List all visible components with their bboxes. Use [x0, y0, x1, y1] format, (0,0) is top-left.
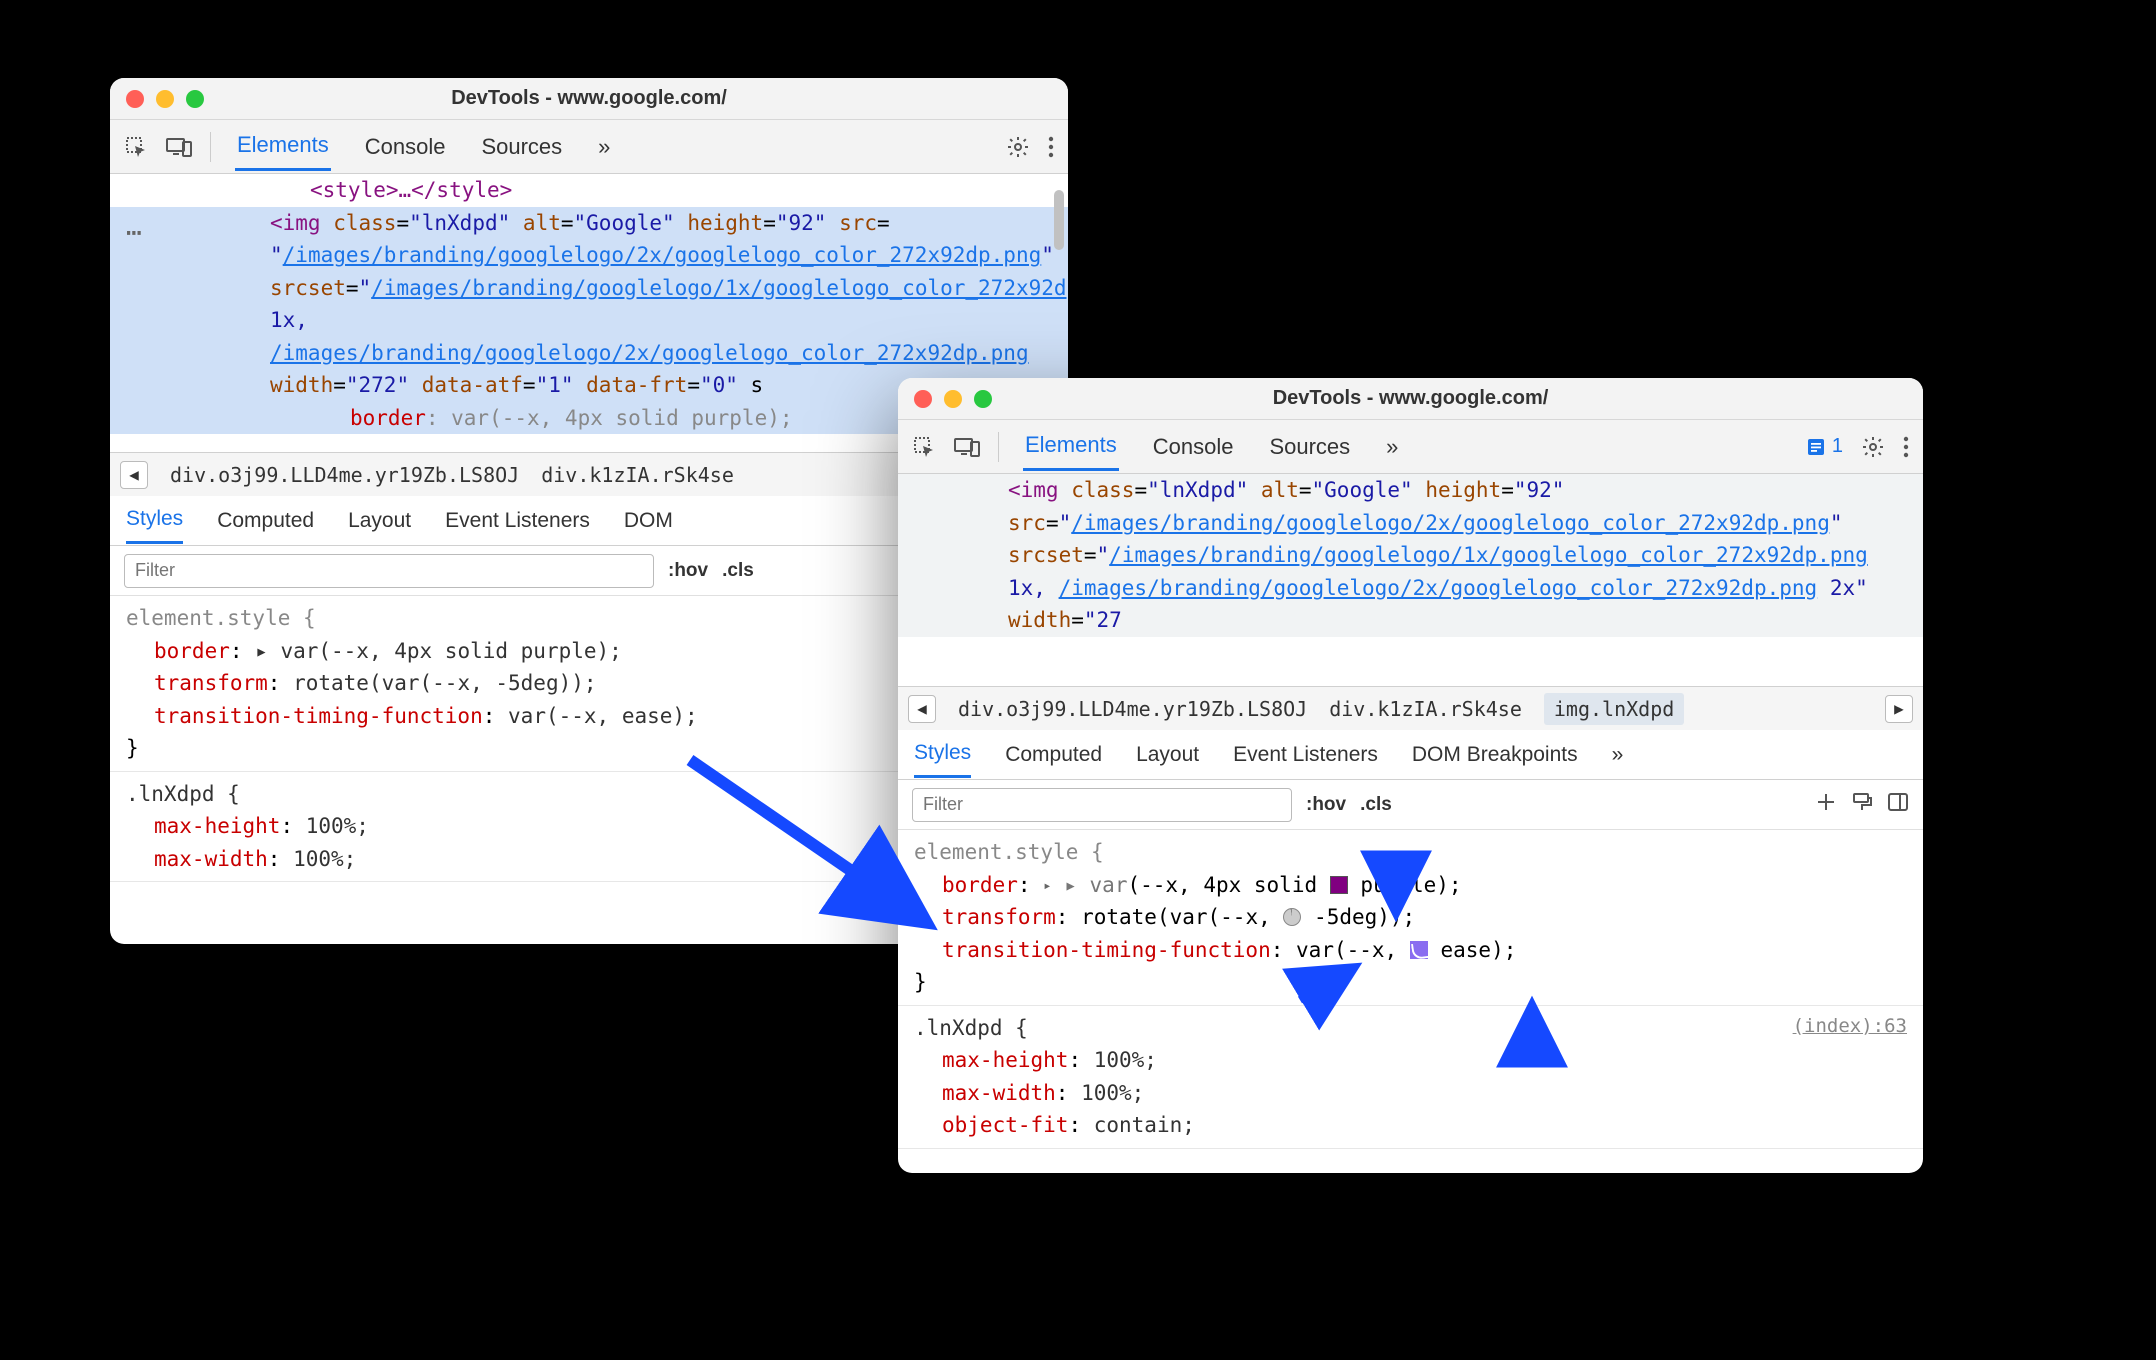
- crumb-prev-icon[interactable]: ◀: [908, 695, 936, 723]
- subtab-dombp[interactable]: DOM Breakpoints: [1412, 733, 1578, 777]
- paint-icon[interactable]: [1851, 791, 1873, 818]
- crumb-div1[interactable]: div.o3j99.LLD4me.yr19Zb.LS8OJ: [170, 463, 519, 487]
- subtab-styles[interactable]: Styles: [914, 731, 971, 778]
- new-style-rule-icon[interactable]: [1815, 791, 1837, 818]
- crumb-prev-icon[interactable]: ◀: [120, 461, 148, 489]
- styles-subtabs: Styles Computed Layout Event Listeners D…: [898, 730, 1923, 780]
- rule-lnxdpd[interactable]: (index):63 .lnXdpd { max-height: 100%; m…: [898, 1006, 1923, 1149]
- minimize-icon[interactable]: [944, 390, 962, 408]
- hov-button[interactable]: :hov: [668, 560, 708, 582]
- tab-elements[interactable]: Elements: [235, 122, 331, 171]
- issues-count: 1: [1832, 435, 1843, 458]
- zoom-icon[interactable]: [974, 390, 992, 408]
- subtab-listeners[interactable]: Event Listeners: [445, 499, 590, 543]
- subtab-layout[interactable]: Layout: [348, 499, 411, 543]
- decl-transform[interactable]: transform: rotate(var(--x, -5deg));: [914, 901, 1907, 934]
- panel-tabs: Elements Console Sources »: [235, 122, 988, 171]
- titlebar: DevTools - www.google.com/: [110, 78, 1068, 120]
- devtools-window-after: DevTools - www.google.com/ Elements Cons…: [898, 378, 1923, 1173]
- crumb-div1[interactable]: div.o3j99.LLD4me.yr19Zb.LS8OJ: [958, 697, 1307, 721]
- issues-badge[interactable]: 1: [1806, 435, 1843, 458]
- inspect-icon[interactable]: [912, 435, 936, 459]
- decl-ttf[interactable]: transition-timing-function: var(--x, eas…: [914, 934, 1907, 967]
- subtab-computed[interactable]: Computed: [217, 499, 314, 543]
- window-title: DevTools - www.google.com/: [898, 387, 1923, 410]
- subtab-layout[interactable]: Layout: [1136, 733, 1199, 777]
- crumb-div2[interactable]: div.k1zIA.rSk4se: [541, 463, 734, 487]
- tab-more[interactable]: »: [1384, 424, 1400, 470]
- rule-element-style[interactable]: element.style { border: ▸ ▸ var(--x, 4px…: [898, 830, 1923, 1006]
- filter-input[interactable]: [124, 554, 654, 588]
- main-toolbar: Elements Console Sources » 1: [898, 420, 1923, 474]
- dom-node-img[interactable]: <img class="lnXdpd" alt="Google" height=…: [898, 474, 1923, 637]
- subtab-listeners[interactable]: Event Listeners: [1233, 733, 1378, 777]
- easing-swatch-icon[interactable]: [1410, 941, 1428, 959]
- styles-panel[interactable]: element.style { border: ▸ ▸ var(--x, 4px…: [898, 830, 1923, 1173]
- tab-sources[interactable]: Sources: [1267, 424, 1352, 470]
- gear-icon[interactable]: [1861, 435, 1885, 459]
- kebab-icon[interactable]: [1048, 136, 1054, 158]
- main-toolbar: Elements Console Sources »: [110, 120, 1068, 174]
- crumb-next-icon[interactable]: ▶: [1885, 695, 1913, 723]
- close-icon[interactable]: [126, 90, 144, 108]
- cls-button[interactable]: .cls: [722, 560, 754, 582]
- dom-node-src[interactable]: "/images/branding/googlelogo/2x/googlelo…: [110, 239, 1068, 304]
- tab-console[interactable]: Console: [1151, 424, 1236, 470]
- inspect-icon[interactable]: [124, 135, 148, 159]
- hov-button[interactable]: :hov: [1306, 794, 1346, 816]
- device-toggle-icon[interactable]: [166, 136, 192, 158]
- subtab-styles[interactable]: Styles: [126, 497, 183, 544]
- dom-node-img-selected[interactable]: <img class="lnXdpd" alt="Google" height=…: [110, 207, 1068, 240]
- minimize-icon[interactable]: [156, 90, 174, 108]
- angle-swatch-icon[interactable]: [1283, 908, 1301, 926]
- subtab-dombp[interactable]: DOM: [624, 499, 673, 543]
- dom-node-srcset2[interactable]: 1x, /images/branding/googlelogo/2x/googl…: [110, 304, 1068, 369]
- dom-tree[interactable]: <img class="lnXdpd" alt="Google" height=…: [898, 474, 1923, 686]
- filter-input[interactable]: [912, 788, 1292, 822]
- zoom-icon[interactable]: [186, 90, 204, 108]
- gear-icon[interactable]: [1006, 135, 1030, 159]
- titlebar: DevTools - www.google.com/: [898, 378, 1923, 420]
- dom-node-style[interactable]: <style>…</style>: [110, 174, 1068, 207]
- crumb-div2[interactable]: div.k1zIA.rSk4se: [1329, 697, 1522, 721]
- panel-tabs: Elements Console Sources »: [1023, 422, 1788, 471]
- window-title: DevTools - www.google.com/: [110, 87, 1068, 110]
- color-swatch-purple-icon[interactable]: [1330, 876, 1348, 894]
- panel-layout-icon[interactable]: [1887, 791, 1909, 818]
- cls-button[interactable]: .cls: [1360, 794, 1392, 816]
- device-toggle-icon[interactable]: [954, 436, 980, 458]
- source-link[interactable]: (index):63: [1793, 1012, 1907, 1041]
- subtab-computed[interactable]: Computed: [1005, 733, 1102, 777]
- close-icon[interactable]: [914, 390, 932, 408]
- tab-more[interactable]: »: [596, 124, 612, 170]
- subtab-more[interactable]: »: [1612, 733, 1624, 777]
- traffic-lights: [110, 90, 204, 108]
- traffic-lights: [898, 390, 992, 408]
- tab-console[interactable]: Console: [363, 124, 448, 170]
- crumb-img[interactable]: img.lnXdpd: [1544, 693, 1684, 725]
- tab-sources[interactable]: Sources: [479, 124, 564, 170]
- decl-border[interactable]: border: ▸ ▸ var(--x, 4px solid purple);: [914, 869, 1907, 902]
- scrollbar-thumb[interactable]: [1054, 190, 1064, 250]
- breadcrumbs: ◀ div.o3j99.LLD4me.yr19Zb.LS8OJ div.k1zI…: [898, 686, 1923, 730]
- tab-elements[interactable]: Elements: [1023, 422, 1119, 471]
- filter-bar: :hov .cls: [898, 780, 1923, 830]
- kebab-icon[interactable]: [1903, 436, 1909, 458]
- ellipsis-icon[interactable]: ⋯: [126, 218, 142, 248]
